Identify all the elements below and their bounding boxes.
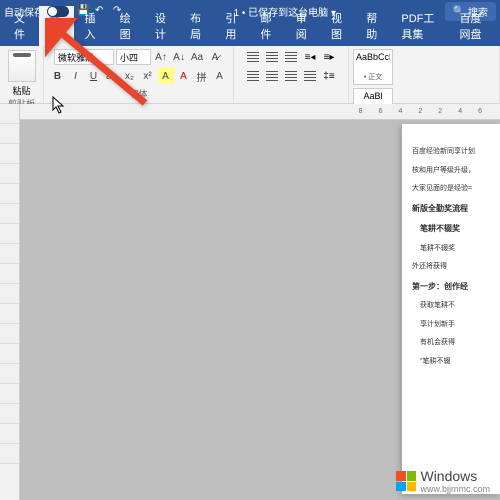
doc-line: 有机会获得 [412,337,495,350]
ruler-mark: 6 [379,108,383,115]
tab-draw[interactable]: 绘图 [110,6,145,46]
tab-help[interactable]: 帮助 [356,6,391,46]
ruler-mark: 2 [438,108,442,115]
strikethrough-button[interactable]: ab [104,68,120,84]
windows-logo-icon [396,471,416,491]
tab-references[interactable]: 引用 [215,6,250,46]
doc-line: 笔耕不辍奖 [412,222,495,236]
font-group-label: 字体 [129,87,147,100]
align-right-icon[interactable] [282,68,300,84]
doc-line: 大家见面的是经验= [412,183,495,196]
paste-button[interactable]: 粘贴 [8,48,36,97]
align-left-icon[interactable] [244,68,262,84]
cursor-icon [52,96,66,117]
doc-heading: 新版全勤奖流程 [412,202,495,216]
doc-line: 核和用户等级升级， [412,165,495,178]
decrease-indent-icon[interactable]: ≡◂ [301,49,319,65]
ruler-mark: 6 [478,108,482,115]
font-size-select[interactable] [116,49,151,65]
align-center-icon[interactable] [263,68,281,84]
doc-line: 笔耕不辍奖 [412,243,495,256]
ruler-mark: 4 [458,108,462,115]
styles-group: AaBbCcD • 正文 AaBl • 无 [349,46,500,103]
grow-font-icon[interactable]: A↑ [153,49,169,65]
watermark-url: www.bjjmmc.com [420,484,490,494]
ruler-mark: 8 [359,108,363,115]
tab-mailings[interactable]: 邮件 [251,6,286,46]
numbering-icon[interactable] [263,49,281,65]
italic-button[interactable]: I [68,68,84,84]
tab-file[interactable]: 文件 [4,6,39,46]
font-color-button[interactable]: A [176,68,192,84]
clear-format-icon[interactable]: A̷ [207,49,223,65]
style-preview: AaBbCcD [356,52,390,70]
style-normal[interactable]: AaBbCcD • 正文 [353,49,393,85]
line-spacing-icon[interactable]: ‡≡ [320,68,338,84]
document-workspace: 8 6 4 2 2 4 6 百度经验新同享计划 核和用户等级升级， 大家见面的是… [0,104,500,500]
ruler-mark: 2 [418,108,422,115]
watermark: Windows www.bjjmmc.com [396,468,490,494]
document-page[interactable]: 百度经验新同享计划 核和用户等级升级， 大家见面的是经验= 新版全勤奖流程 笔耕… [402,124,500,494]
doc-line: 享计划新手 [412,319,495,332]
justify-icon[interactable] [301,68,319,84]
tab-layout[interactable]: 布局 [180,6,215,46]
underline-button[interactable]: U [86,68,102,84]
toggle-switch-icon[interactable] [47,6,69,17]
shrink-font-icon[interactable]: A↓ [171,49,187,65]
clipboard-icon [8,50,36,82]
ribbon: 粘贴 剪贴板 A↑ A↓ Aa A̷ B I U ab x₂ x² A A 拼 … [0,46,500,104]
font-name-select[interactable] [54,49,114,65]
tab-insert[interactable]: 插入 [74,6,109,46]
tab-view[interactable]: 视图 [321,6,356,46]
watermark-brand: Windows [420,468,490,484]
ribbon-tabs: 文件 开始 插入 绘图 设计 布局 引用 邮件 审阅 视图 帮助 PDF工具集 … [0,22,500,46]
style-name: • 正文 [356,72,390,82]
tab-review[interactable]: 审阅 [286,6,321,46]
pinyin-button[interactable]: 拼 [194,68,210,84]
font-group: A↑ A↓ Aa A̷ B I U ab x₂ x² A A 拼 A 字体 [44,46,234,103]
multilevel-icon[interactable] [282,49,300,65]
highlight-button[interactable]: A [158,68,174,84]
doc-line: 外还将获得 [412,261,495,274]
increase-indent-icon[interactable]: ≡▸ [320,49,338,65]
change-case-icon[interactable]: Aa [189,49,205,65]
bullets-icon[interactable] [244,49,262,65]
clipboard-group: 粘贴 剪贴板 [0,46,44,103]
document-area[interactable]: 8 6 4 2 2 4 6 百度经验新同享计划 核和用户等级升级， 大家见面的是… [20,104,500,500]
subscript-button[interactable]: x₂ [122,68,138,84]
tab-pdf-tools[interactable]: PDF工具集 [391,6,449,46]
paste-label: 粘贴 [8,84,36,97]
vertical-ruler[interactable] [0,104,20,500]
tab-baidu-disk[interactable]: 百度网盘 [449,6,499,46]
tab-design[interactable]: 设计 [145,6,180,46]
paragraph-group: ≡◂ ≡▸ ‡≡ [234,46,349,103]
bold-button[interactable]: B [50,68,66,84]
border-char-button[interactable]: A [212,68,228,84]
superscript-button[interactable]: x² [140,68,156,84]
doc-line: "笔耕不辍 [412,356,495,369]
doc-line: 获取笔耕不 [412,300,495,313]
horizontal-ruler[interactable]: 8 6 4 2 2 4 6 [20,104,500,120]
ruler-mark: 4 [398,108,402,115]
doc-heading: 第一步：创作经 [412,280,495,294]
doc-line: 百度经验新同享计划 [412,146,495,159]
